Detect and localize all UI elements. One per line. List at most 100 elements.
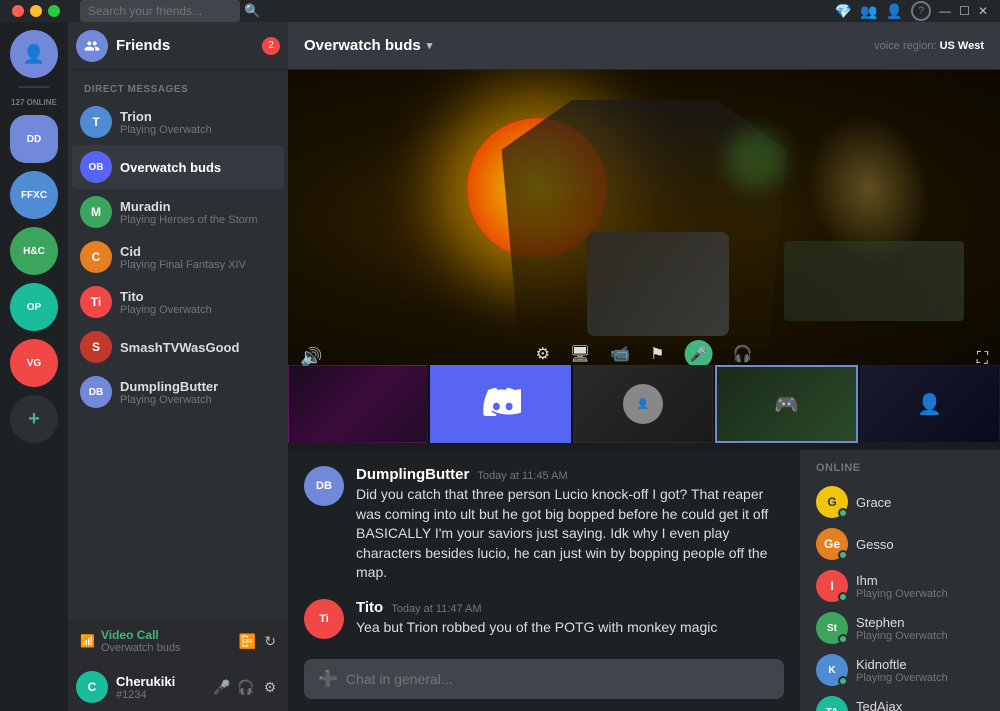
chat-attach-icon[interactable]: ➕ [318, 669, 338, 689]
online-members-panel: ONLINE G Grace Ge [800, 450, 1000, 711]
minimize-window-button[interactable] [30, 5, 42, 17]
friends-header-icon [76, 30, 108, 62]
maximize-icon[interactable]: ☐ [959, 4, 970, 18]
dm-item-tito[interactable]: Ti Tito Playing Overwatch [72, 280, 284, 324]
dm-item-dumplingbutter[interactable]: DB DumplingButter Playing Overwatch [72, 370, 284, 414]
chat-input-area: ➕ [288, 647, 800, 711]
messages-list: DB DumplingButter Today at 11:45 AM Did … [288, 450, 800, 647]
user-settings-button[interactable]: ⚙ [260, 677, 280, 697]
msg-author-tito: Tito [356, 599, 383, 616]
video-settings-button[interactable]: ⚙ [536, 344, 550, 364]
member-info-gesso: Gesso [856, 537, 984, 552]
member-tedajax[interactable]: TA TedAjax Playing Overwatch [808, 692, 992, 711]
search-icon[interactable]: 🔍 [244, 3, 260, 19]
friends-search-input[interactable] [80, 0, 240, 22]
dm-info-tito: Tito Playing Overwatch [120, 289, 276, 316]
video-call-disconnect-icon[interactable]: 📴 [239, 633, 256, 650]
help-icon[interactable]: ? [911, 1, 931, 21]
status-dot-grace [838, 508, 848, 518]
user-avatar-large[interactable]: 👤 [10, 30, 58, 78]
server-item-ffxc[interactable]: FFXC [10, 171, 58, 219]
mute-button[interactable]: 🎤 [212, 677, 232, 697]
member-avatar-tedajax: TA [816, 696, 848, 711]
friends-badge: 2 [262, 37, 280, 55]
video-camera-button[interactable]: 📹 [610, 344, 630, 364]
dm-avatar-overwatch-buds: OB [80, 151, 112, 183]
video-main-display [288, 70, 1000, 365]
server-item-hc[interactable]: H&C [10, 227, 58, 275]
video-call-channel: Overwatch buds [101, 642, 180, 654]
member-stephen[interactable]: St Stephen Playing Overwatch [808, 608, 992, 648]
volume-icon[interactable]: 🔊 [300, 347, 322, 368]
online-section-label: ONLINE [808, 462, 992, 482]
deafen-button[interactable]: 🎧 [236, 677, 256, 697]
server-list-divider [18, 86, 50, 88]
dm-item-smashtv[interactable]: S SmashTVWasGood [72, 325, 284, 369]
server-item-vg[interactable]: VG [10, 339, 58, 387]
video-call-settings-icon[interactable]: ↻ [264, 633, 276, 650]
close-icon[interactable]: ✕ [978, 4, 988, 18]
channel-name: Overwatch buds ▾ [304, 37, 432, 54]
dm-item-trion[interactable]: T Trion Playing Overwatch [72, 100, 284, 144]
msg-time-2: Today at 11:47 AM [391, 603, 481, 615]
server-item-dd[interactable]: DD [10, 115, 58, 163]
status-dot-gesso [838, 550, 848, 560]
video-thumbnails: 👤 🎮 👤 [288, 365, 1000, 443]
member-gesso[interactable]: Ge Gesso [808, 524, 992, 564]
title-bar: 🔍 💎 👥 👤 ? — ☐ ✕ [0, 0, 1000, 22]
dm-list: DIRECT MESSAGES T Trion Playing Overwatc… [68, 70, 288, 619]
dm-name-smashtv: SmashTVWasGood [120, 340, 276, 355]
video-thumb-4[interactable]: 🎮 [715, 365, 857, 443]
msg-text-2: Yea but Trion robbed you of the POTG wit… [356, 618, 784, 638]
dm-item-muradin[interactable]: M Muradin Playing Heroes of the Storm [72, 190, 284, 234]
video-thumb-5[interactable]: 👤 [860, 365, 1000, 443]
member-ihm[interactable]: I Ihm Playing Overwatch [808, 566, 992, 606]
user-discriminator: #1234 [116, 689, 204, 701]
friends-icon[interactable]: 👥 [860, 3, 877, 20]
maximize-window-button[interactable] [48, 5, 60, 17]
video-thumb-2[interactable] [430, 365, 570, 443]
dm-name-muradin: Muradin [120, 199, 276, 214]
close-window-button[interactable] [12, 5, 24, 17]
content-area: Overwatch buds ▾ voice region: US West [288, 22, 1000, 711]
dm-info-muradin: Muradin Playing Heroes of the Storm [120, 199, 276, 226]
msg-content-1: DumplingButter Today at 11:45 AM Did you… [356, 466, 784, 583]
dm-item-cid[interactable]: C Cid Playing Final Fantasy XIV [72, 235, 284, 279]
mic-button[interactable]: 🎤 [685, 340, 713, 368]
dm-item-overwatch-buds[interactable]: OB Overwatch buds [72, 145, 284, 189]
dm-avatar-tito: Ti [80, 286, 112, 318]
member-grace[interactable]: G Grace [808, 482, 992, 522]
nitro-icon[interactable]: 💎 [835, 3, 852, 20]
headset-button[interactable]: 🎧 [733, 344, 753, 364]
user-name: Cherukiki [116, 674, 204, 689]
member-status-ihm: Playing Overwatch [856, 588, 984, 600]
flag-button[interactable]: ⚑ [650, 344, 664, 364]
dm-avatar-cid: C [80, 241, 112, 273]
msg-content-2: Tito Today at 11:47 AM Yea but Trion rob… [356, 599, 784, 639]
video-thumb-3[interactable]: 👤 [573, 365, 713, 443]
user-controls: 🎤 🎧 ⚙ [212, 677, 280, 697]
dm-status-muradin: Playing Heroes of the Storm [120, 214, 276, 226]
member-info-stephen: Stephen Playing Overwatch [856, 615, 984, 642]
member-info-grace: Grace [856, 495, 984, 510]
add-server-button[interactable]: + [10, 395, 58, 443]
expand-icon[interactable]: ⛶ [977, 350, 988, 368]
add-friend-icon[interactable]: 👤 [886, 3, 903, 20]
dm-info-cid: Cid Playing Final Fantasy XIV [120, 244, 276, 271]
video-thumb-1[interactable] [288, 365, 428, 443]
chat-input[interactable] [346, 671, 770, 687]
minimize-icon[interactable]: — [939, 4, 951, 18]
dm-name-tito: Tito [120, 289, 276, 304]
server-item-op[interactable]: OP [10, 283, 58, 331]
screen-share-button[interactable]: 🖥 [570, 344, 590, 364]
online-count: 127 ONLINE [11, 98, 57, 107]
member-name-stephen: Stephen [856, 615, 984, 630]
dm-status-tito: Playing Overwatch [120, 304, 276, 316]
member-kidnoftle[interactable]: K Kidnoftle Playing Overwatch [808, 650, 992, 690]
dm-status-cid: Playing Final Fantasy XIV [120, 259, 276, 271]
member-name-tedajax: TedAjax [856, 699, 984, 711]
msg-text-1: Did you catch that three person Lucio kn… [356, 485, 784, 583]
msg-author-dumplingbutter: DumplingButter [356, 466, 469, 483]
dm-avatar-dumplingbutter: DB [80, 376, 112, 408]
channel-dropdown-arrow[interactable]: ▾ [427, 39, 433, 52]
